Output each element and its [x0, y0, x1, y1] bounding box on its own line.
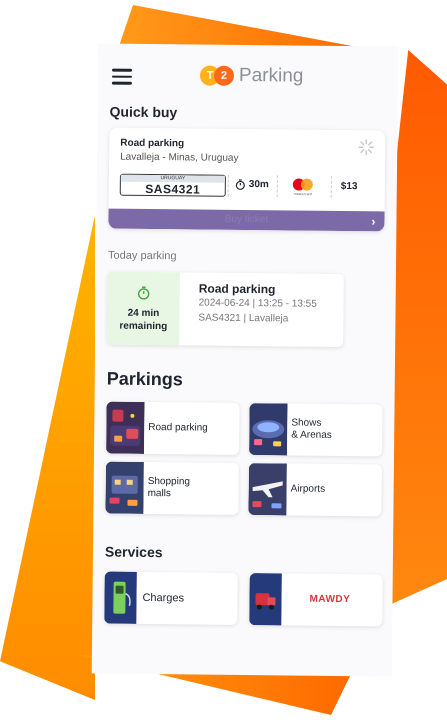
mawdy-logo: MAWDY — [309, 593, 351, 606]
quick-buy-title: Quick buy — [109, 103, 178, 121]
brand-badge-icon: T 2 — [199, 65, 235, 86]
today-parking-title: Road parking — [198, 281, 276, 297]
tow-truck-icon — [249, 573, 282, 626]
duration[interactable]: 30m — [235, 179, 269, 190]
price: $13 — [340, 180, 358, 193]
parking-tile-label: Airports — [290, 483, 326, 495]
menu-icon[interactable] — [111, 68, 133, 85]
quick-buy-parking-type: Road parking — [120, 137, 185, 150]
services-title: Services — [104, 543, 163, 561]
chevron-right-icon: › — [371, 214, 376, 229]
parking-tile-label: Road parking — [148, 421, 208, 434]
today-parking-plate: SAS4321 | Lavalleja — [198, 312, 289, 325]
parking-tile-label: Shopping malls — [147, 475, 191, 500]
remaining-minutes: 24 min — [127, 307, 160, 320]
shows-arenas-icon — [249, 403, 288, 456]
parking-tile-shows[interactable]: Shows & Arenas — [249, 403, 383, 457]
brand-logo: T 2 Parking — [199, 64, 304, 88]
duration-value: 30m — [248, 179, 269, 191]
today-parking-datetime: 2024-06-24 | 13:25 - 13:55 — [198, 297, 317, 310]
parking-tile-label: Shows & Arenas — [291, 417, 332, 441]
card-brand: mastercard — [294, 192, 312, 196]
parking-tile-road[interactable]: Road parking — [106, 401, 240, 455]
road-parking-icon — [106, 401, 145, 454]
parking-tile-airports[interactable]: Airports — [248, 463, 382, 517]
decorative-shape-top — [118, 5, 368, 49]
loading-spinner-icon — [358, 139, 375, 156]
divider — [330, 175, 332, 198]
stopwatch-icon — [235, 179, 245, 190]
remaining-label: remaining — [119, 320, 168, 333]
parking-tile-shopping[interactable]: Shopping malls — [105, 461, 239, 515]
buy-ticket-label: Buy ticket — [224, 213, 269, 226]
quick-buy-card[interactable]: Road parking Lavalleja - Minas, Uruguay … — [108, 127, 386, 232]
app-bar: T 2 Parking — [98, 43, 399, 106]
today-parking-label: Today parking — [108, 249, 177, 263]
shopping-malls-icon — [105, 461, 144, 514]
decorative-shape-left — [0, 215, 95, 700]
timer-icon — [137, 286, 150, 300]
license-plate: URUGUAY SAS4321 — [119, 173, 226, 197]
today-parking-card[interactable]: 24 min remaining Road parking 2024-06-24… — [107, 271, 344, 348]
remaining-time-panel: 24 min remaining — [107, 271, 180, 346]
quick-buy-location: Lavalleja - Minas, Uruguay — [120, 151, 239, 164]
divider — [227, 174, 229, 197]
divider — [276, 175, 278, 198]
brand-name: Parking — [238, 64, 304, 87]
parkings-title: Parkings — [106, 368, 183, 390]
buy-ticket-button[interactable]: Buy ticket › — [108, 208, 385, 232]
plate-number: SAS4321 — [145, 181, 201, 197]
service-tile-label: Charges — [142, 591, 185, 605]
ev-charger-icon — [104, 571, 137, 624]
airports-icon — [248, 463, 287, 516]
service-tile-mawdy[interactable]: MAWDY — [249, 573, 383, 627]
mastercard-icon[interactable]: mastercard — [287, 176, 319, 196]
phone-screen: T 2 Parking Quick buy Road parking Laval… — [91, 43, 399, 677]
service-tile-charges[interactable]: Charges — [104, 571, 238, 625]
